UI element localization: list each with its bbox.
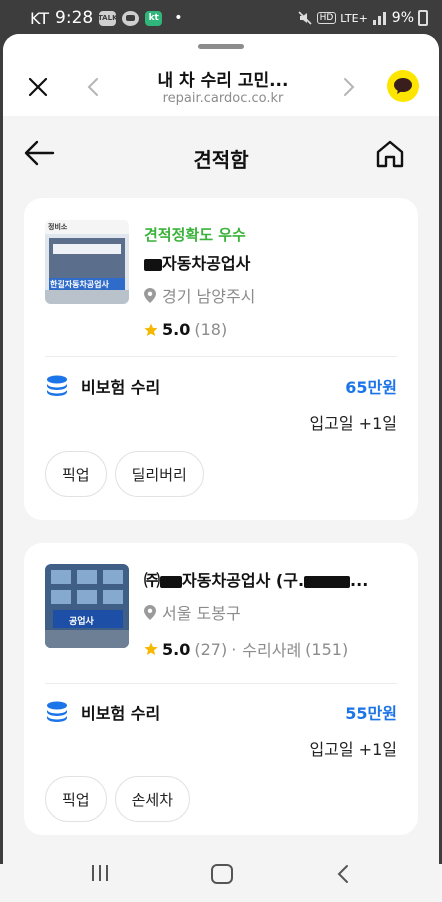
clock: 9:28 (55, 8, 94, 28)
redacted-text (160, 575, 183, 588)
shop-name-suffix: ... (350, 571, 369, 590)
service-label: 비보험 수리 (81, 704, 161, 723)
review-count: (18) (194, 320, 228, 339)
review-count: (27) (194, 639, 228, 659)
chip-pickup[interactable]: 픽업 (45, 776, 107, 822)
notification-dot: • (174, 10, 183, 26)
chat-icon (122, 10, 140, 26)
system-home-icon[interactable] (211, 864, 233, 884)
shop-name: ㈜ 자동차공업사 (구.... (144, 567, 368, 591)
location-pin-icon (144, 287, 156, 303)
repair-cases-count: (151) (305, 639, 349, 659)
kakao-share-button[interactable] (387, 70, 419, 102)
browser-forward-icon[interactable] (339, 76, 359, 98)
divider (45, 356, 397, 357)
shop-location: 경기 남양주시 (144, 283, 255, 307)
kt-app-icon: kt (145, 10, 163, 26)
talk-icon: TALK (98, 10, 118, 26)
shop-name: 자동차공업사 (144, 250, 255, 274)
eta-text: 입고일 +1일 (309, 740, 397, 759)
browser-url: repair.cardoc.co.kr (162, 91, 284, 106)
battery-icon (418, 10, 428, 26)
shop-name-text: 자동차공업사 (구. (182, 571, 305, 590)
quote-card[interactable]: 정비소 한길자동차공업사 견적정확도 우수 자동차공업사 경기 남양주시 5.0… (24, 198, 418, 520)
system-nav-bar (0, 864, 442, 902)
system-back-icon[interactable] (336, 864, 350, 884)
option-chips: 픽업 딜리버리 (45, 451, 204, 497)
eta-text: 입고일 +1일 (309, 414, 397, 433)
drag-handle[interactable] (198, 44, 244, 49)
browser-title: 내 차 수리 고민... (157, 71, 289, 91)
thumb-sign-text: 공업사 (69, 617, 94, 627)
browser-back-icon[interactable] (83, 76, 103, 98)
shop-name-text: 자동차공업사 (162, 254, 251, 273)
chip-pickup[interactable]: 픽업 (45, 451, 107, 497)
service-label: 비보험 수리 (81, 378, 161, 397)
network-label: LTE+ (340, 11, 368, 25)
recent-apps-icon[interactable] (90, 864, 110, 882)
chip-car-wash[interactable]: 손세차 (114, 776, 191, 822)
status-bar: KT 9:28 TALK kt • HD LTE+ 9% (0, 0, 442, 36)
redacted-text (144, 258, 162, 271)
coins-icon (47, 375, 67, 396)
rating-score: 5.0 (162, 639, 191, 659)
battery-label: 9% (391, 10, 414, 26)
page-header: 견적함 (3, 116, 439, 196)
thumb-sign-text: 한길자동차공업사 (50, 280, 109, 289)
carrier-label: KT (30, 8, 50, 28)
star-icon (144, 642, 158, 655)
separator-dot: · (231, 639, 237, 659)
shop-thumbnail: 정비소 한길자동차공업사 (45, 220, 129, 304)
shop-rating: 5.0 (27) · 수리사례 (151) (144, 637, 368, 661)
quote-price: 65만원 (345, 378, 397, 397)
shop-location: 서울 도봉구 (144, 600, 368, 624)
accuracy-badge: 견적정확도 우수 (144, 226, 246, 244)
location-text: 경기 남양주시 (162, 287, 256, 306)
webview-sheet: 내 차 수리 고민... repair.cardoc.co.kr 견적함 정비소… (3, 34, 439, 864)
mute-icon (298, 11, 312, 25)
option-chips: 픽업 손세차 (45, 776, 191, 822)
browser-bar: 내 차 수리 고민... repair.cardoc.co.kr (3, 34, 439, 116)
repair-cases-label: 수리사례 (242, 641, 302, 660)
thumb-top-text: 정비소 (48, 223, 68, 231)
location-pin-icon (144, 604, 156, 620)
star-icon (144, 323, 158, 336)
kakao-chat-icon (394, 78, 412, 94)
quote-card[interactable]: 공업사 ㈜ 자동차공업사 (구.... 서울 도봉구 5.0 (27) · 수리사… (24, 543, 418, 835)
redacted-text (304, 575, 351, 588)
hd-icon: HD (316, 12, 337, 24)
divider (45, 683, 397, 684)
location-text: 서울 도봉구 (162, 604, 241, 623)
service-row: 비보험 수리 65만원 (45, 374, 397, 398)
chip-delivery[interactable]: 딜리버리 (114, 451, 204, 497)
close-icon[interactable] (27, 76, 49, 98)
shop-name-prefix: ㈜ (144, 571, 161, 590)
rating-score: 5.0 (162, 320, 191, 339)
home-icon[interactable] (374, 138, 406, 170)
signal-icon (372, 12, 386, 25)
shop-thumbnail: 공업사 (45, 564, 129, 648)
shop-rating: 5.0 (18) (144, 320, 255, 339)
coins-icon (47, 701, 67, 722)
quote-price: 55만원 (345, 704, 397, 723)
service-row: 비보험 수리 55만원 (45, 700, 397, 724)
